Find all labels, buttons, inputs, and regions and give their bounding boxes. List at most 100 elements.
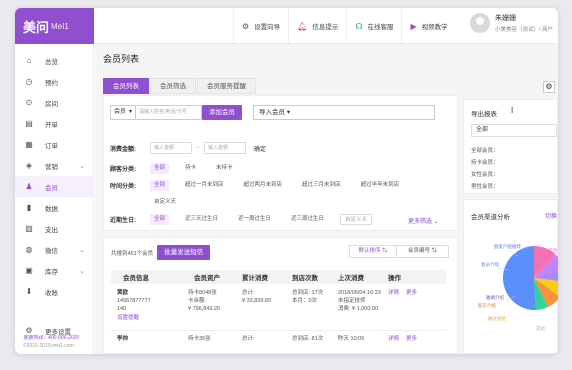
sidebar-item-stock[interactable]: ▣ 库存 ⌄ bbox=[15, 260, 93, 281]
user-name: 朱姗姗 bbox=[495, 15, 516, 22]
sidebar-item-collect[interactable]: ⬇ 收账 bbox=[15, 281, 93, 302]
pie-slice bbox=[502, 246, 536, 311]
nav-notifications[interactable]: 🔔︎ 信息提示 bbox=[288, 8, 346, 44]
filter-label: 近期生日: bbox=[110, 218, 136, 224]
range-dash: - bbox=[197, 145, 199, 151]
chip-all[interactable]: 全部 bbox=[150, 214, 170, 225]
sidebar-item-billing[interactable]: ▤ 开单 bbox=[15, 113, 93, 134]
nav-setup-wizard[interactable]: ⚙ 设置向导 bbox=[233, 8, 288, 44]
sidebar-item-expense[interactable]: ▧ 支出 bbox=[15, 218, 93, 239]
amount-min-input[interactable]: 输入金额 bbox=[150, 142, 192, 154]
filter-time: 时间分类: 全部 超过一月未到店 超过两月未到店 超过三月未到店 超过半年未到店 bbox=[110, 180, 415, 191]
chip-3-weeks[interactable]: 近三周过生日 bbox=[287, 214, 328, 225]
sidebar-item-orders[interactable]: ▦ 订单 bbox=[15, 134, 93, 155]
sidebar-item-data[interactable]: ▮ 数据 bbox=[15, 197, 93, 218]
nav-label: 信息提示 bbox=[312, 24, 339, 31]
caret-down-icon: ▾ bbox=[286, 109, 291, 116]
sidebar-item-members[interactable]: ♟ 会员 bbox=[15, 176, 93, 197]
basket-icon: ◈ bbox=[25, 161, 33, 170]
sidebar-item-booking[interactable]: ◷ 预约 bbox=[15, 71, 93, 92]
spend-total: ¥ 33,839.80 bbox=[242, 298, 272, 304]
chip-all[interactable]: 全部 bbox=[150, 163, 170, 174]
sidebar-item-rooms[interactable]: ⊙ 房间 bbox=[15, 92, 93, 113]
search-input[interactable]: 请输入姓名/电话/卡号 bbox=[136, 105, 202, 120]
visits-total: 总到店: 81次 bbox=[292, 336, 324, 342]
chip-1-week[interactable]: 近一周过生日 bbox=[234, 214, 275, 225]
sidebar-item-marketing[interactable]: ◈ 营销 ⌄ bbox=[15, 155, 93, 176]
nav-online-service[interactable]: ☊ 在线客服 bbox=[346, 8, 401, 44]
chip-custom-days[interactable]: 自定义天 bbox=[150, 197, 180, 208]
stat-card-members: 持卡会员： bbox=[471, 160, 499, 166]
sort-code-button[interactable]: 会员编号 ⇅ bbox=[397, 245, 449, 258]
list-toolbar: 共搜到451个会员 批量发送短信 bbox=[111, 245, 211, 260]
tab-member-list[interactable]: 会员列表 bbox=[103, 78, 149, 94]
assets-balance: ¥ 796,843.20 bbox=[188, 306, 221, 312]
pie-label: 朋友户给推荐 bbox=[494, 244, 521, 249]
member-phone: 14567877777 bbox=[117, 298, 151, 304]
column-header[interactable]: 到店次数 bbox=[292, 272, 318, 282]
chip-3-month[interactable]: 超过三月未到店 bbox=[298, 180, 345, 191]
sidebar-item-label: 支出 bbox=[45, 226, 58, 234]
sidebar-item-label: 订单 bbox=[45, 142, 58, 150]
chevron-down-icon: ⌄ bbox=[79, 267, 85, 275]
chip-half-year[interactable]: 超过半年未到店 bbox=[357, 180, 404, 191]
users-icon: ♟ bbox=[25, 182, 33, 191]
detail-link[interactable]: 详情 bbox=[388, 336, 399, 343]
chip-all[interactable]: 全部 bbox=[150, 180, 170, 191]
batch-sms-button[interactable]: 批量发送短信 bbox=[157, 245, 211, 260]
chip-custom-days[interactable]: 自定义天 bbox=[340, 214, 373, 225]
member-list-panel: 共搜到451个会员 批量发送短信 默认排序 ⇅ 会员编号 ⇅ 会员信息 会员资产… bbox=[103, 237, 458, 354]
channel-switch-link[interactable]: 切换 bbox=[545, 211, 557, 220]
set-reminder-link[interactable]: 设置提醒 bbox=[117, 315, 139, 322]
more-filter-link[interactable]: 更多筛选 ⌄ bbox=[408, 216, 439, 225]
last-amount: 消费: ¥ 1,000.00 bbox=[338, 306, 379, 312]
filter-birthday: 近期生日: 全部 近三天过生日 近一周过生日 近三周过生日 自定义天 bbox=[110, 214, 373, 225]
more-link[interactable]: 更多 bbox=[406, 290, 417, 297]
chip-3-days[interactable]: 近三天过生日 bbox=[181, 214, 222, 225]
user-menu[interactable]: 朱姗姗 小美美容（测试）/ 商户 bbox=[470, 13, 553, 33]
filter-label: 时间分类: bbox=[110, 184, 136, 190]
order-icon: ▦ bbox=[25, 140, 33, 149]
more-link[interactable]: 更多 bbox=[406, 336, 417, 343]
sidebar-item-overview[interactable]: ⌂ 总览 bbox=[15, 50, 93, 71]
logo[interactable]: 美问 MeI1 bbox=[15, 8, 94, 44]
wechat-icon: ◍ bbox=[25, 245, 33, 254]
table-row[interactable]: 李帅 持卡35张 总计: 总到店: 81次 昨天 10:05 详情 更多 bbox=[111, 333, 446, 354]
chip-1-month[interactable]: 超过一月未到店 bbox=[181, 180, 228, 191]
amount-confirm-button[interactable]: 确定 bbox=[254, 144, 266, 153]
sidebar-footer: 客服热线：400-006-2020 ©2015-2019,mei1.com bbox=[23, 334, 79, 350]
member-name[interactable]: 黄欧 bbox=[117, 290, 128, 297]
import-label: 导入会员 bbox=[259, 109, 285, 116]
gear-icon: ⚙ bbox=[242, 21, 250, 31]
import-member-select[interactable]: 导入会员 ▾ bbox=[253, 105, 435, 120]
chip-2-month[interactable]: 超过两月未到店 bbox=[240, 180, 287, 191]
amount-max-input[interactable]: 输入金额 bbox=[204, 142, 246, 154]
gear-icon: ⚙ bbox=[545, 82, 553, 91]
column-header[interactable]: 累计消费 bbox=[242, 272, 268, 282]
sort-group: 默认排序 ⇅ 会员编号 ⇅ bbox=[349, 245, 449, 258]
page-title: 会员列表 bbox=[103, 54, 140, 64]
text-cursor-icon: I bbox=[511, 106, 514, 115]
member-name[interactable]: 李帅 bbox=[117, 336, 128, 343]
tab-member-filter[interactable]: 会员筛选 bbox=[150, 78, 196, 94]
channel-title: 会员渠道分析 bbox=[471, 214, 510, 221]
chip-card-holder[interactable]: 持卡 bbox=[181, 163, 200, 174]
stock-icon: ▣ bbox=[25, 266, 33, 275]
chip-no-card[interactable]: 未持卡 bbox=[212, 163, 237, 174]
sort-default-button[interactable]: 默认排序 ⇅ bbox=[349, 245, 397, 258]
settings-gear-button[interactable]: ⚙ bbox=[543, 81, 555, 93]
sidebar: ⌂ 总览 ◷ 预约 ⊙ 房间 ▤ 开单 ▦ 订单 ◈ 营销 ⌄ ♟ 会员 ▮ 数据 ▧ 支出 ◍ 微信… bbox=[15, 44, 94, 354]
nav-video-tutorial[interactable]: ▶ 视频教学 bbox=[401, 8, 455, 44]
detail-link[interactable]: 详情 bbox=[388, 290, 399, 297]
expense-icon: ▧ bbox=[25, 224, 33, 233]
table-row[interactable]: 黄欧 14567877777 140 设置提醒 持卡8048张 卡余额: ¥ 7… bbox=[111, 287, 446, 331]
search-type-select[interactable]: 会员 bbox=[110, 105, 136, 120]
filter-customer-type: 顾客分类: 全部 持卡 未持卡 bbox=[110, 163, 249, 174]
sidebar-item-wechat[interactable]: ◍ 微信 ⌄ bbox=[15, 239, 93, 260]
add-member-button[interactable]: 添加会员 bbox=[202, 105, 242, 120]
export-report-panel: 导出报表 I 全部 全部会员： 持卡会员： 女性会员： 男性会员： bbox=[463, 99, 558, 194]
top-bar: 美问 MeI1 ⚙ 设置向导 🔔︎ 信息提示 ☊ 在线客服 ▶ 视频教学 朱姗姗… bbox=[15, 8, 558, 44]
column-header[interactable]: 上次消费 bbox=[338, 272, 364, 282]
export-scope-select[interactable]: 全部 bbox=[471, 124, 557, 137]
tab-service-reminder[interactable]: 会员服务提醒 bbox=[197, 78, 256, 94]
